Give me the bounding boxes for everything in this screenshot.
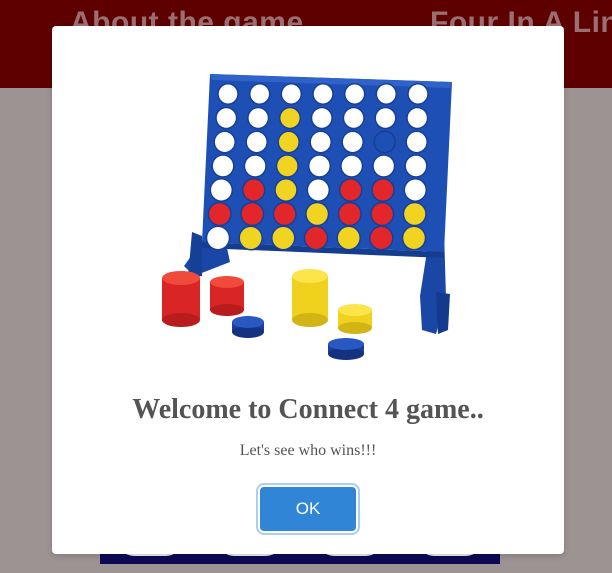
red-disc-stack [162, 271, 200, 327]
blue-disc-loose [328, 338, 364, 360]
red-disc [370, 201, 395, 227]
yellow-disc-stack-small [338, 304, 372, 334]
board-hole [280, 83, 303, 105]
board-hole [245, 130, 268, 154]
yellow-disc [305, 201, 330, 227]
yellow-disc [336, 225, 361, 251]
welcome-dialog: Welcome to Connect 4 game.. Let's see wh… [52, 26, 564, 554]
board-hole [215, 106, 238, 130]
board-hole [341, 130, 364, 154]
board-hole [404, 154, 428, 178]
board-hole [213, 130, 236, 154]
board-hole [374, 106, 397, 130]
board-hole [217, 83, 239, 105]
red-disc [371, 178, 395, 202]
board-hole [405, 130, 428, 154]
board-hole [306, 178, 331, 202]
yellow-disc [274, 178, 298, 202]
yellow-disc-stack [292, 269, 328, 327]
connect-four-board-icon [162, 74, 452, 360]
red-disc [240, 201, 265, 227]
yellow-disc [275, 154, 299, 178]
board-hole [211, 154, 235, 178]
yellow-disc [402, 201, 427, 227]
board-hole [247, 106, 270, 130]
board-hole [407, 83, 429, 105]
blue-disc [232, 316, 264, 338]
board-hole [375, 83, 398, 105]
red-disc [303, 225, 329, 251]
red-disc [207, 201, 232, 227]
board-hole [340, 154, 364, 178]
yellow-disc [401, 225, 427, 251]
ok-button[interactable]: OK [260, 487, 356, 531]
board-hole [403, 178, 428, 202]
board-hole [248, 83, 271, 105]
board-hole [406, 106, 429, 130]
red-disc [337, 201, 362, 227]
board-hole [343, 83, 366, 105]
red-disc [241, 178, 266, 202]
board-hole [312, 83, 334, 105]
yellow-disc [271, 225, 296, 251]
board-hole [309, 130, 332, 154]
board-hole [307, 154, 332, 178]
board-hole [372, 154, 396, 178]
dialog-message: Let's see who wins!!! [239, 442, 377, 459]
yellow-disc [278, 106, 302, 130]
yellow-disc [238, 225, 263, 251]
board-hole [310, 106, 333, 130]
red-disc [272, 201, 297, 227]
board-hole [209, 178, 234, 202]
blue-disc [373, 130, 396, 154]
red-disc-stack-small [210, 276, 244, 316]
red-disc [369, 225, 394, 251]
board-hole [243, 154, 267, 178]
dialog-title: Welcome to Connect 4 game.. [132, 394, 484, 425]
yellow-disc [277, 130, 300, 154]
board-hole [342, 106, 365, 130]
board-hole [205, 225, 231, 251]
red-disc [338, 178, 363, 202]
